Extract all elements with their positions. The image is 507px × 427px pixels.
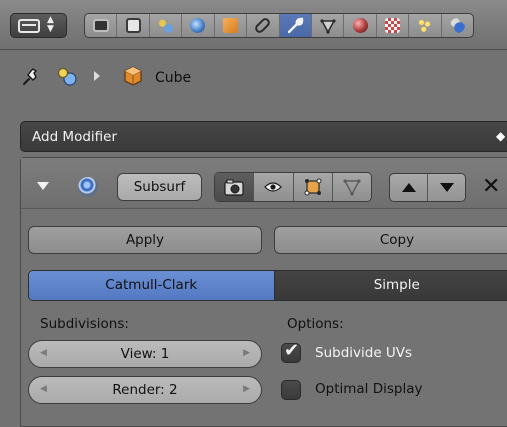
properties-context-tabs <box>84 13 474 38</box>
edit-mode-icon <box>304 178 322 196</box>
increment-arrow-icon[interactable]: ▶ <box>243 384 250 394</box>
pin-icon[interactable] <box>20 66 42 88</box>
move-up-icon <box>401 183 416 192</box>
world-icon <box>190 18 206 33</box>
view-levels-value: View: 1 <box>120 346 170 362</box>
texture-tab[interactable] <box>377 14 410 37</box>
render-levels-field[interactable]: ◀ Render: 2 ▶ <box>28 376 262 404</box>
texture-checker-icon <box>385 18 400 33</box>
breadcrumb-arrow-icon <box>94 71 100 81</box>
render-tab[interactable] <box>85 14 118 37</box>
render-layers-tab[interactable] <box>117 14 150 37</box>
properties-editor-icon <box>18 19 40 33</box>
copy-button[interactable]: Copy <box>274 226 507 254</box>
scene-tab[interactable] <box>150 14 183 37</box>
move-up-button[interactable] <box>390 174 428 201</box>
scene-icon <box>158 18 174 33</box>
modifiers-tab[interactable] <box>279 14 312 37</box>
physics-tab[interactable] <box>442 14 473 37</box>
particles-tab[interactable] <box>409 14 442 37</box>
data-tab[interactable] <box>312 14 345 37</box>
editmode-toggle[interactable] <box>294 173 333 201</box>
view-levels-field[interactable]: ◀ View: 1 ▶ <box>28 340 262 368</box>
optimal-display-label: Optimal Display <box>315 381 423 397</box>
wrench-icon <box>288 17 304 33</box>
render-layers-icon <box>125 18 141 33</box>
render-levels-value: Render: 2 <box>112 382 178 398</box>
simple-option[interactable]: Simple <box>274 271 507 300</box>
eye-icon <box>264 182 283 192</box>
cage-toggle[interactable] <box>333 173 371 201</box>
camera-icon <box>92 19 109 32</box>
cube-icon <box>124 66 142 86</box>
mesh-cage-icon <box>343 179 361 196</box>
particles-icon <box>417 18 433 33</box>
cube-icon <box>222 18 238 33</box>
subdivide-uvs-label: Subdivide UVs <box>315 345 413 361</box>
render-toggle[interactable] <box>215 173 255 201</box>
object-tab[interactable] <box>215 14 248 37</box>
catmull-clark-option[interactable]: Catmull-Clark <box>29 271 275 300</box>
remove-modifier-icon[interactable]: ✕ <box>482 173 500 201</box>
add-modifier-dropdown[interactable]: Add Modifier <box>20 121 507 152</box>
optimal-display-checkbox[interactable] <box>281 380 301 400</box>
mesh-data-icon <box>320 18 336 34</box>
dropdown-arrows-icon: ◆ <box>496 129 506 143</box>
options-label: Options: <box>287 316 344 332</box>
material-tab[interactable] <box>344 14 377 37</box>
move-down-button[interactable] <box>428 174 465 201</box>
camera-icon <box>224 179 244 196</box>
object-name-label: Cube <box>155 70 192 86</box>
subsurf-modifier-icon <box>78 177 98 197</box>
constraint-chain-icon <box>253 16 273 35</box>
scene-object-icon <box>57 67 77 86</box>
subdivision-type-selector: Catmull-Clark Simple <box>28 270 507 301</box>
viewport-toggle[interactable] <box>254 173 294 201</box>
modifier-visibility-toggles <box>214 172 372 202</box>
physics-icon <box>449 18 465 33</box>
modifier-move-buttons <box>389 173 466 202</box>
modifier-name-field[interactable]: Subsurf <box>117 173 202 201</box>
up-down-arrows-icon: ▲ ▼ <box>47 15 54 34</box>
collapse-triangle-icon[interactable] <box>37 182 49 190</box>
apply-button[interactable]: Apply <box>28 226 262 254</box>
move-down-icon <box>439 183 454 192</box>
increment-arrow-icon[interactable]: ▶ <box>243 348 250 358</box>
subdivisions-label: Subdivisions: <box>40 316 129 332</box>
material-sphere-icon <box>352 18 368 33</box>
constraints-tab[interactable] <box>247 14 280 37</box>
editor-type-selector[interactable]: ▲ ▼ <box>10 13 67 38</box>
checkmark-icon: ✔ <box>284 340 300 361</box>
world-tab[interactable] <box>182 14 215 37</box>
